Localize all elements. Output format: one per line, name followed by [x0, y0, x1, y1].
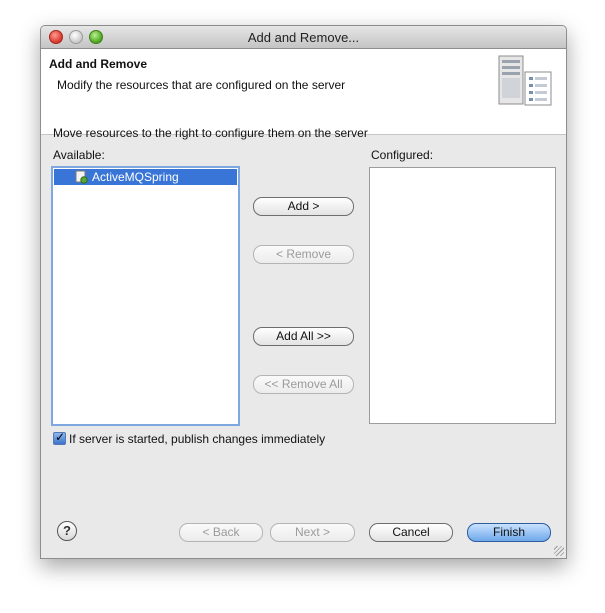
finish-button[interactable]: Finish: [467, 523, 551, 542]
page-description: Modify the resources that are configured…: [57, 78, 346, 92]
instructions-text: Move resources to the right to configure…: [53, 126, 368, 140]
list-item-label: ActiveMQSpring: [92, 170, 179, 184]
configured-label: Configured:: [371, 148, 434, 162]
add-remove-dialog: Add and Remove... Add and Remove Modify …: [40, 25, 567, 559]
window-title: Add and Remove...: [247, 30, 360, 45]
back-button[interactable]: < Back: [179, 523, 263, 542]
server-icon: [498, 55, 552, 106]
wizard-footer: ? < Back Next > Cancel Finish: [41, 504, 566, 558]
help-icon[interactable]: ?: [57, 521, 77, 541]
project-icon: [75, 170, 88, 184]
publish-checkbox-label: If server is started, publish changes im…: [69, 432, 326, 446]
checkmark-icon: ✓: [55, 430, 66, 444]
next-button[interactable]: Next >: [270, 523, 355, 542]
configured-list[interactable]: [369, 167, 556, 424]
available-label: Available:: [53, 148, 105, 162]
cancel-button[interactable]: Cancel: [369, 523, 453, 542]
add-button[interactable]: Add >: [253, 197, 354, 216]
list-item[interactable]: ActiveMQSpring: [54, 169, 237, 185]
add-all-button[interactable]: Add All >>: [253, 327, 354, 346]
title-bar[interactable]: Add and Remove...: [41, 26, 566, 49]
resize-grip[interactable]: [554, 546, 564, 556]
remove-all-button[interactable]: << Remove All: [253, 375, 354, 394]
remove-button[interactable]: < Remove: [253, 245, 354, 264]
available-list[interactable]: ActiveMQSpring: [51, 166, 240, 426]
page-title: Add and Remove: [49, 57, 148, 71]
publish-checkbox[interactable]: ✓: [53, 430, 66, 445]
wizard-header: Add and Remove Modify the resources that…: [41, 49, 566, 135]
